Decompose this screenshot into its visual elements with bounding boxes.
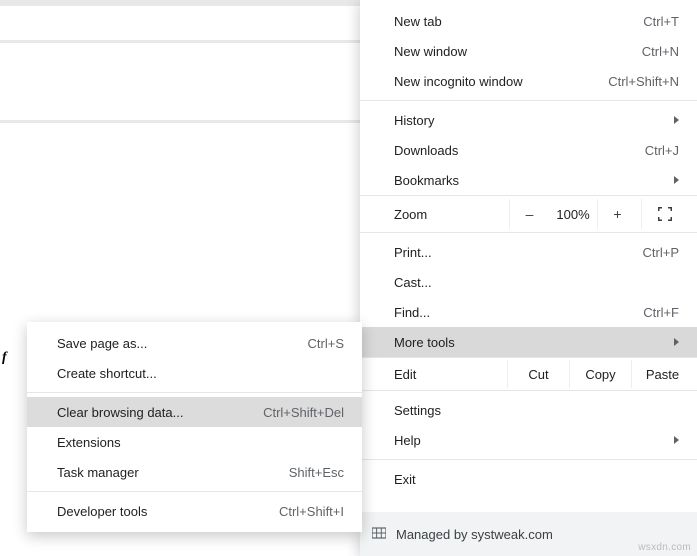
shortcut-text: Ctrl+F [643,305,679,320]
separator [360,459,697,460]
chevron-right-icon [674,338,679,346]
menu-print[interactable]: Print... Ctrl+P [360,237,697,267]
menu-exit[interactable]: Exit [360,464,697,494]
menu-downloads[interactable]: Downloads Ctrl+J [360,135,697,165]
menu-find[interactable]: Find... Ctrl+F [360,297,697,327]
fullscreen-button[interactable] [641,199,687,229]
domain-icon [372,526,386,543]
menu-new-tab[interactable]: New tab Ctrl+T [360,6,697,36]
menu-label: Exit [394,472,679,487]
watermark: wsxdn.com [638,542,691,553]
menu-history[interactable]: History [360,105,697,135]
submenu-save-page[interactable]: Save page as... Ctrl+S [27,328,362,358]
chrome-main-menu: New tab Ctrl+T New window Ctrl+N New inc… [360,0,697,556]
menu-label: Downloads [394,143,645,158]
background-bar [0,0,360,6]
menu-more-tools[interactable]: More tools [360,327,697,357]
chevron-right-icon [674,176,679,184]
menu-cast[interactable]: Cast... [360,267,697,297]
menu-bookmarks[interactable]: Bookmarks [360,165,697,195]
menu-label: Settings [394,403,679,418]
submenu-extensions[interactable]: Extensions [27,427,362,457]
shortcut-text: Shift+Esc [289,465,344,480]
paste-button[interactable]: Paste [631,360,693,388]
menu-label: Find... [394,305,643,320]
chevron-right-icon [674,436,679,444]
menu-label: Save page as... [57,336,308,351]
background-bar [0,120,360,123]
zoom-label: Zoom [394,207,509,222]
fullscreen-icon [658,207,672,221]
shortcut-text: Ctrl+S [308,336,344,351]
menu-label: Developer tools [57,504,279,519]
menu-new-incognito[interactable]: New incognito window Ctrl+Shift+N [360,66,697,96]
shortcut-text: Ctrl+T [643,14,679,29]
zoom-percent: 100% [549,207,597,222]
menu-edit: Edit Cut Copy Paste [360,357,697,391]
menu-settings[interactable]: Settings [360,395,697,425]
submenu-developer-tools[interactable]: Developer tools Ctrl+Shift+I [27,496,362,526]
submenu-task-manager[interactable]: Task manager Shift+Esc [27,457,362,487]
cut-button[interactable]: Cut [507,360,569,388]
more-tools-submenu: Save page as... Ctrl+S Create shortcut..… [27,322,362,532]
managed-text: Managed by systweak.com [396,527,553,542]
separator [27,491,362,492]
shortcut-text: Ctrl+P [643,245,679,260]
separator [27,392,362,393]
copy-button[interactable]: Copy [569,360,631,388]
menu-label: Cast... [394,275,679,290]
shortcut-text: Ctrl+Shift+Del [263,405,344,420]
menu-help[interactable]: Help [360,425,697,455]
separator [360,100,697,101]
edit-label: Edit [394,367,507,382]
menu-label: Help [394,433,666,448]
shortcut-text: Ctrl+N [642,44,679,59]
menu-label: History [394,113,666,128]
submenu-clear-browsing-data[interactable]: Clear browsing data... Ctrl+Shift+Del [27,397,362,427]
menu-label: Extensions [57,435,344,450]
menu-label: Clear browsing data... [57,405,263,420]
menu-label: New incognito window [394,74,608,89]
background-bar [0,40,360,43]
shortcut-text: Ctrl+Shift+I [279,504,344,519]
menu-label: Task manager [57,465,289,480]
submenu-create-shortcut[interactable]: Create shortcut... [27,358,362,388]
shortcut-text: Ctrl+J [645,143,679,158]
menu-label: More tools [394,335,666,350]
menu-label: New tab [394,14,643,29]
shortcut-text: Ctrl+Shift+N [608,74,679,89]
menu-zoom: Zoom – 100% + [360,195,697,233]
zoom-in-button[interactable]: + [597,199,637,229]
chevron-right-icon [674,116,679,124]
menu-label: Create shortcut... [57,366,344,381]
zoom-out-button[interactable]: – [509,199,549,229]
background-char: f [2,350,7,366]
menu-label: Print... [394,245,643,260]
menu-new-window[interactable]: New window Ctrl+N [360,36,697,66]
menu-label: New window [394,44,642,59]
menu-label: Bookmarks [394,173,666,188]
